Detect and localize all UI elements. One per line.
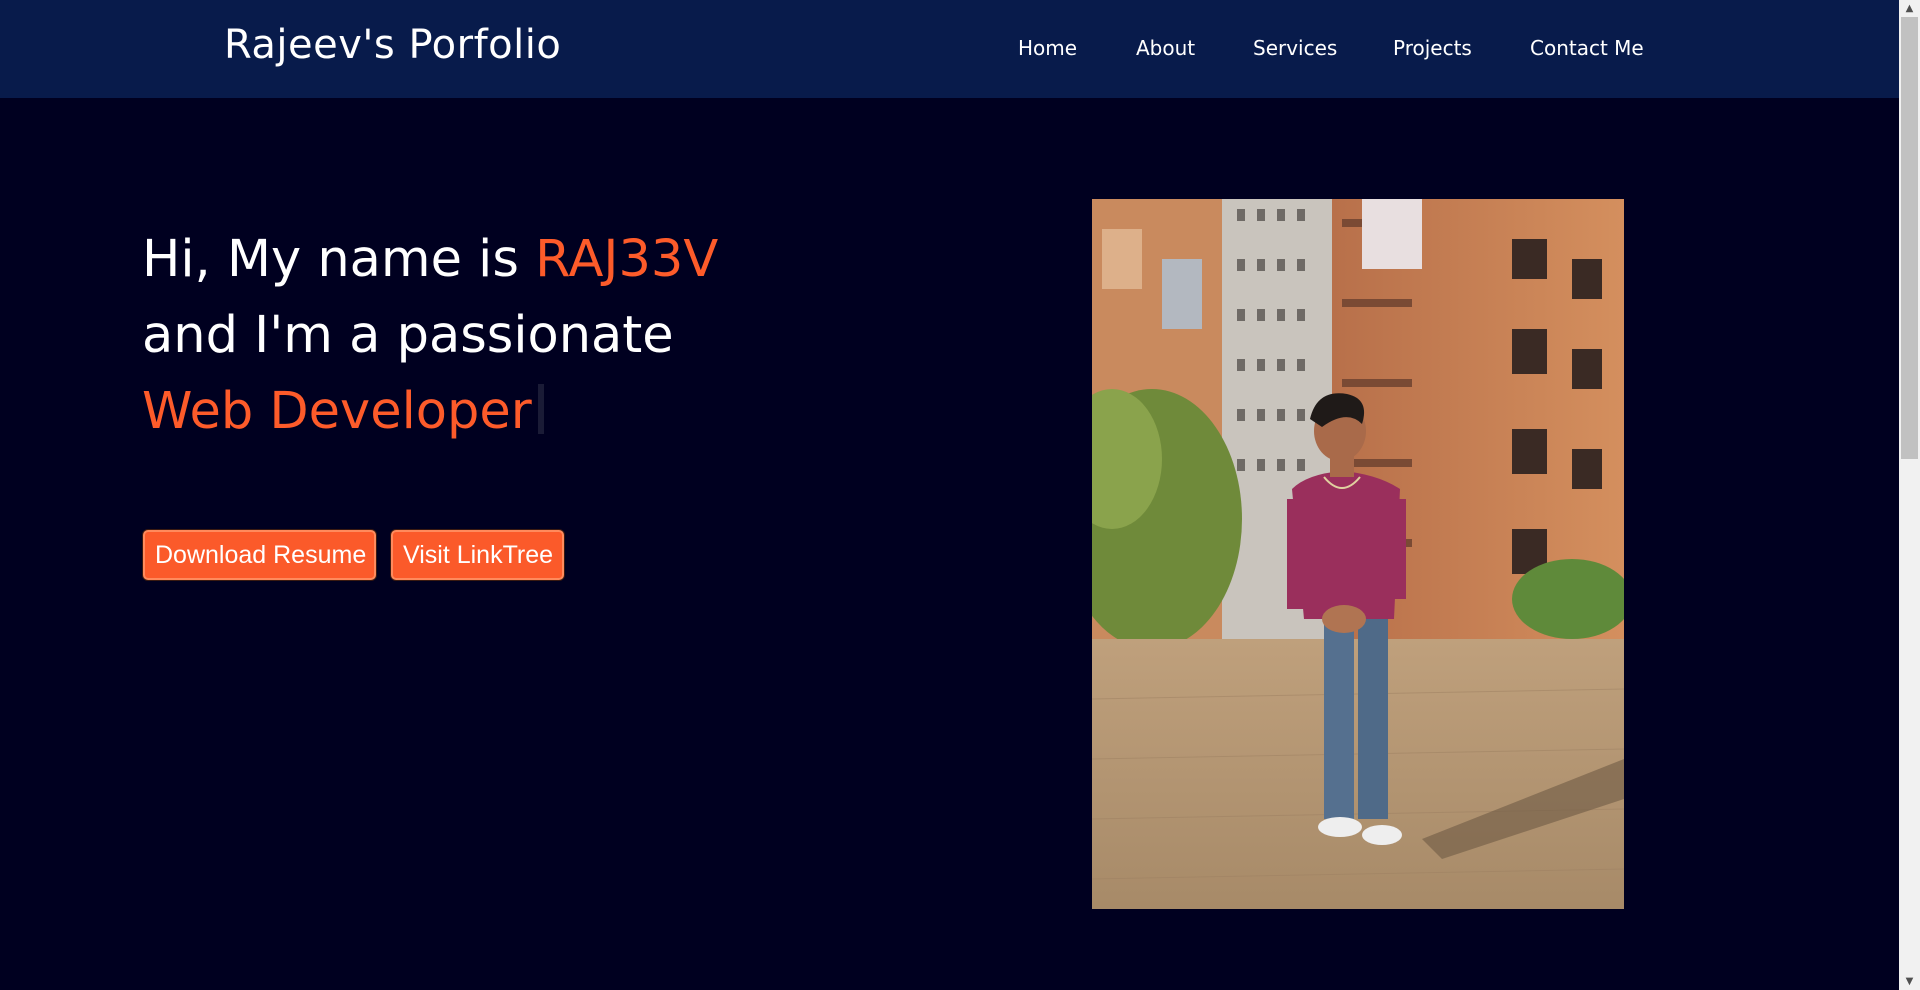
nav-link-services[interactable]: Services [1253, 36, 1337, 60]
hero-line-1: Hi, My name is RAJ33V [142, 222, 718, 298]
hero-greeting: Hi, My name is [142, 230, 536, 289]
hero-role: Web Developer [142, 382, 532, 441]
hero-line-2: and I'm a passionate [142, 306, 674, 365]
scroll-thumb[interactable] [1901, 17, 1918, 459]
hero-name: RAJ33V [535, 230, 719, 289]
chevron-up-icon[interactable]: ▲ [1899, 0, 1920, 17]
hero-line-3: Web Developer [142, 374, 718, 450]
profile-photo [1092, 199, 1624, 909]
visit-linktree-button[interactable]: Visit LinkTree [391, 530, 564, 580]
nav-link-contact-me[interactable]: Contact Me [1530, 36, 1644, 60]
nav-link-projects[interactable]: Projects [1393, 36, 1472, 60]
download-resume-button[interactable]: Download Resume [143, 530, 376, 580]
page: Rajeev's Porfolio Home About Services Pr… [0, 0, 1920, 990]
nav-link-home[interactable]: Home [1018, 36, 1077, 60]
typing-cursor [537, 384, 544, 434]
nav-link-about[interactable]: About [1136, 36, 1195, 60]
hero-heading: Hi, My name is RAJ33V and I'm a passiona… [142, 222, 718, 450]
chevron-down-icon[interactable]: ▼ [1899, 973, 1920, 990]
navbar: Rajeev's Porfolio Home About Services Pr… [0, 0, 1899, 98]
site-brand[interactable]: Rajeev's Porfolio [224, 22, 561, 68]
scrollbar[interactable]: ▲ ▼ [1899, 0, 1920, 990]
